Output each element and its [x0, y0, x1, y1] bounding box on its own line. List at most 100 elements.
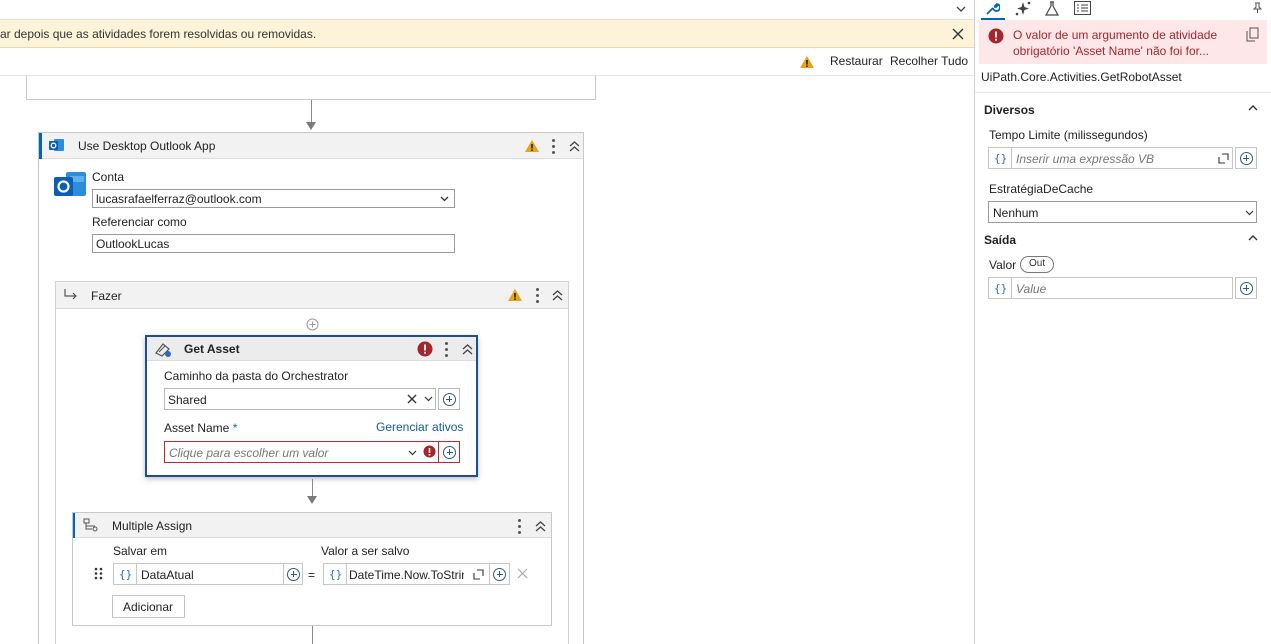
- error-icon: [988, 28, 1004, 44]
- field-divider: [438, 441, 439, 463]
- value-to-save-field[interactable]: {} DateTime.Now.ToStrin: [323, 563, 510, 585]
- timeout-placeholder: Inserir uma expressão VB: [1016, 152, 1155, 166]
- plus-icon[interactable]: [443, 445, 456, 459]
- do-sequence-card[interactable]: Fazer Get Asset Caminho da pasta do Orch…: [55, 281, 569, 644]
- plus-icon: [1239, 151, 1253, 165]
- expand-icon[interactable]: [1218, 153, 1229, 164]
- more-options-icon[interactable]: [536, 288, 540, 306]
- get-asset-header[interactable]: Get Asset: [147, 337, 476, 361]
- cache-strategy-value: Nenhum: [993, 206, 1039, 220]
- manage-assets-link[interactable]: Gerenciar ativos: [376, 420, 463, 434]
- timeout-label: Tempo Limite (milissegundos): [989, 128, 1148, 142]
- timeout-field[interactable]: {} Inserir uma expressão VB: [988, 147, 1233, 169]
- get-asset-card[interactable]: Get Asset Caminho da pasta do Orchestrat…: [145, 335, 478, 477]
- plus-icon[interactable]: [493, 567, 506, 581]
- more-options-icon[interactable]: [552, 139, 556, 157]
- chevron-down-icon: [1245, 210, 1254, 216]
- collapse-icon[interactable]: [552, 289, 563, 301]
- chevron-down-icon[interactable]: [424, 396, 433, 402]
- list-view-icon[interactable]: [1074, 1, 1091, 15]
- connector-line: [311, 100, 312, 122]
- clear-icon[interactable]: [407, 394, 417, 404]
- wrench-icon: [986, 3, 1000, 15]
- selection-accent: [39, 133, 42, 159]
- collapse-icon[interactable]: [569, 140, 580, 152]
- out-badge: Out: [1020, 256, 1055, 273]
- more-options-icon[interactable]: [518, 519, 522, 537]
- restore-button[interactable]: Restaurar: [830, 54, 883, 68]
- field-divider: [136, 564, 137, 584]
- tab-properties[interactable]: [981, 0, 1005, 20]
- section-misc-title[interactable]: Diversos: [984, 103, 1035, 117]
- field-divider: [1011, 148, 1012, 168]
- collapse-all-button[interactable]: Recolher Tudo: [890, 54, 968, 68]
- previous-activity-card[interactable]: [26, 76, 596, 100]
- warning-icon: [525, 140, 539, 152]
- account-dropdown[interactable]: lucasrafaelferraz@outlook.com: [92, 189, 455, 208]
- close-icon[interactable]: [952, 28, 964, 40]
- expand-icon[interactable]: [473, 569, 484, 580]
- section-output-title[interactable]: Saída: [984, 233, 1016, 247]
- cache-strategy-dropdown[interactable]: Nenhum: [988, 201, 1257, 223]
- cache-strategy-label: EstratégiaDeCache: [989, 182, 1094, 196]
- value-plus-button[interactable]: [1235, 277, 1257, 299]
- folder-path-field[interactable]: Shared: [164, 388, 436, 410]
- save-in-field[interactable]: {} DataAtual: [113, 563, 303, 585]
- properties-tab-strip: [975, 0, 1271, 20]
- plus-icon: [442, 392, 456, 406]
- more-options-icon[interactable]: [445, 342, 449, 360]
- chevron-up-icon[interactable]: [1248, 234, 1258, 244]
- drag-handle-icon[interactable]: [94, 567, 103, 580]
- value-to-save-expression: DateTime.Now.ToStrin: [349, 568, 464, 582]
- warning-icon: [508, 289, 522, 301]
- collapse-icon[interactable]: [535, 520, 546, 532]
- multiple-assign-icon: [83, 518, 98, 532]
- add-activity-icon[interactable]: [306, 318, 319, 331]
- plus-icon: [1239, 281, 1253, 295]
- do-sequence-header[interactable]: Fazer: [56, 282, 568, 309]
- braces-icon: {}: [994, 152, 1008, 165]
- asset-name-label: Asset Name *: [164, 421, 238, 435]
- reference-input[interactable]: OutlookLucas: [92, 234, 455, 253]
- required-mark: *: [232, 421, 238, 435]
- add-assignment-button[interactable]: Adicionar: [112, 595, 185, 618]
- pin-icon[interactable]: [1253, 2, 1262, 13]
- outlook-icon: [49, 139, 64, 151]
- folder-path-plus-button[interactable]: [438, 388, 460, 410]
- asset-icon: [155, 343, 171, 357]
- value-field[interactable]: {} Value: [988, 277, 1233, 299]
- value-label: Valor: [989, 258, 1017, 272]
- multiple-assign-card[interactable]: Multiple Assign Salvar em Valor a ser sa…: [72, 512, 552, 626]
- connector-line: [312, 479, 313, 497]
- connector-arrow: [307, 496, 317, 504]
- do-sequence-title: Fazer: [91, 289, 122, 303]
- sparkle-icon[interactable]: [1015, 1, 1031, 16]
- flask-icon[interactable]: [1045, 1, 1059, 16]
- outlook-scope-header[interactable]: Use Desktop Outlook App: [39, 133, 583, 159]
- multiple-assign-title: Multiple Assign: [112, 519, 193, 533]
- plus-icon[interactable]: [287, 567, 300, 581]
- save-in-label: Salvar em: [113, 544, 168, 558]
- warning-icon: [800, 56, 814, 68]
- chevron-up-icon[interactable]: [1248, 104, 1258, 114]
- timeout-plus-button[interactable]: [1235, 147, 1257, 169]
- account-value: lucasrafaelferraz@outlook.com: [96, 192, 262, 206]
- delete-row-icon[interactable]: [517, 568, 528, 579]
- chevron-down-icon[interactable]: [956, 5, 966, 13]
- asset-name-field[interactable]: Clique para escolher um valor: [164, 441, 460, 463]
- braces-icon: {}: [119, 568, 133, 581]
- chevron-down-icon[interactable]: [408, 450, 417, 456]
- equals-sign: =: [308, 568, 316, 582]
- reference-value: OutlookLucas: [96, 237, 170, 251]
- outlook-scope-card[interactable]: Use Desktop Outlook App Conta lucasrafae…: [38, 132, 584, 644]
- multiple-assign-header[interactable]: Multiple Assign: [73, 513, 551, 538]
- value-placeholder: Value: [1016, 282, 1047, 296]
- error-message: O valor de um argumento de atividade obr…: [1013, 28, 1218, 58]
- collapse-icon[interactable]: [462, 343, 473, 355]
- connector-line: [312, 626, 313, 644]
- chevron-down-icon: [440, 196, 449, 202]
- asset-name-placeholder: Clique para escolher um valor: [169, 446, 329, 460]
- copy-icon[interactable]: [1246, 27, 1259, 42]
- workflow-canvas[interactable]: ar depois que as atividades forem resolv…: [0, 0, 974, 644]
- field-divider: [489, 564, 490, 584]
